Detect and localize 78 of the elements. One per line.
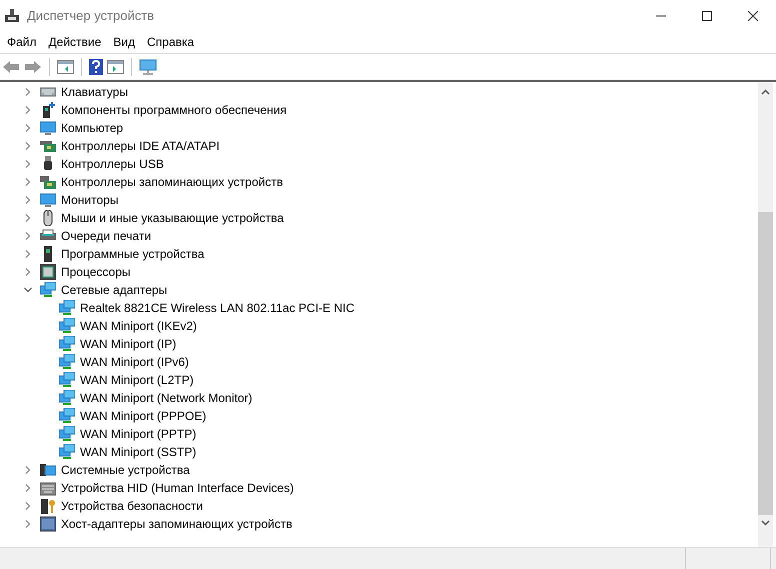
tree-item[interactable]: Хост-адаптеры запоминающих устройств <box>61 515 292 533</box>
collapse-chevron-icon[interactable] <box>23 285 33 295</box>
tree-item[interactable]: WAN Miniport (L2TP) <box>80 371 194 389</box>
expand-chevron-icon[interactable] <box>23 123 33 133</box>
expand-chevron-icon[interactable] <box>23 213 33 223</box>
tree-item[interactable]: Сетевые адаптеры <box>61 281 168 299</box>
close-icon <box>748 11 758 21</box>
tree-item[interactable]: Контроллеры USB <box>61 155 164 173</box>
scrollbar-thumb[interactable] <box>758 212 773 515</box>
network-icon <box>59 408 75 424</box>
monitor-icon <box>40 192 56 208</box>
tree-item[interactable]: Устройства HID (Human Interface Devices) <box>61 479 294 497</box>
tree-item[interactable]: Мониторы <box>61 191 118 209</box>
monitor-icon <box>40 120 56 136</box>
expand-chevron-icon[interactable] <box>23 249 33 259</box>
host-adapter-icon <box>40 516 56 532</box>
action-pane-icon[interactable] <box>107 60 124 74</box>
expand-chevron-icon[interactable] <box>23 141 33 151</box>
monitor-scan-icon[interactable] <box>139 58 157 74</box>
help-icon[interactable] <box>89 58 103 74</box>
tree-item[interactable]: Клавиатуры <box>61 83 128 101</box>
console-tree-icon[interactable] <box>57 60 74 74</box>
tree-item[interactable]: Контроллеры IDE ATA/ATAPI <box>61 137 220 155</box>
menu-item[interactable]: Вид <box>107 33 141 51</box>
network-icon <box>59 390 75 406</box>
component-icon <box>40 102 56 118</box>
window-title: Диспетчер устройств <box>27 7 154 26</box>
tree-item[interactable]: Устройства безопасности <box>61 497 203 515</box>
tree-item[interactable]: WAN Miniport (IP) <box>80 335 176 353</box>
expand-chevron-icon[interactable] <box>23 177 33 187</box>
network-icon <box>59 354 75 370</box>
network-icon <box>59 444 75 460</box>
tree-item[interactable]: WAN Miniport (SSTP) <box>80 443 196 461</box>
tree-item[interactable]: Компоненты программного обеспечения <box>61 101 287 119</box>
tree-item[interactable]: WAN Miniport (IKEv2) <box>80 317 197 335</box>
scroll-down-icon[interactable] <box>761 520 770 526</box>
expand-chevron-icon[interactable] <box>23 267 33 277</box>
tree-item[interactable]: Realtek 8821CE Wireless LAN 802.11ac PCI-E NIC <box>80 299 355 317</box>
network-icon <box>59 336 75 352</box>
tree-item[interactable]: Очереди печати <box>61 227 152 245</box>
forward-arrow-icon[interactable] <box>24 60 42 74</box>
tree-item[interactable]: Программные устройства <box>61 245 204 263</box>
controller-card-icon <box>40 138 56 154</box>
menu-item[interactable]: Действие <box>42 33 108 51</box>
processor-icon <box>40 264 56 280</box>
tree-item[interactable]: Процессоры <box>61 263 130 281</box>
expand-chevron-icon[interactable] <box>23 87 33 97</box>
tree-item[interactable]: Компьютер <box>61 119 124 137</box>
tree-item[interactable]: WAN Miniport (IPv6) <box>80 353 189 371</box>
tree-item[interactable]: WAN Miniport (Network Monitor) <box>80 389 252 407</box>
expand-chevron-icon[interactable] <box>23 519 33 529</box>
system-device-icon <box>40 462 56 478</box>
expand-chevron-icon[interactable] <box>23 159 33 169</box>
expand-chevron-icon[interactable] <box>23 105 33 115</box>
expand-chevron-icon[interactable] <box>23 501 33 511</box>
maximize-icon <box>702 11 712 21</box>
menu-item[interactable]: Файл <box>1 33 43 51</box>
storage-controller-icon <box>40 174 56 190</box>
tree-item[interactable]: Мыши и иные указывающие устройства <box>61 209 284 227</box>
scroll-up-icon[interactable] <box>761 89 770 95</box>
tree-item[interactable]: WAN Miniport (PPPOE) <box>80 407 206 425</box>
back-arrow-icon[interactable] <box>2 60 20 74</box>
hid-keyboard-icon <box>40 480 56 496</box>
tree-item[interactable]: Контроллеры запоминающих устройств <box>61 173 283 191</box>
network-icon <box>59 318 75 334</box>
expand-chevron-icon[interactable] <box>23 195 33 205</box>
expand-chevron-icon[interactable] <box>23 465 33 475</box>
expand-chevron-icon[interactable] <box>23 231 33 241</box>
key-icon <box>40 498 56 514</box>
network-icon <box>40 282 56 298</box>
network-icon <box>59 300 75 316</box>
expand-chevron-icon[interactable] <box>23 483 33 493</box>
tree-item[interactable]: WAN Miniport (PPTP) <box>80 425 196 443</box>
menu-item[interactable]: Справка <box>141 33 200 51</box>
app-icon <box>5 9 19 23</box>
network-icon <box>59 372 75 388</box>
tree-item[interactable]: Системные устройства <box>61 461 190 479</box>
network-icon <box>59 426 75 442</box>
